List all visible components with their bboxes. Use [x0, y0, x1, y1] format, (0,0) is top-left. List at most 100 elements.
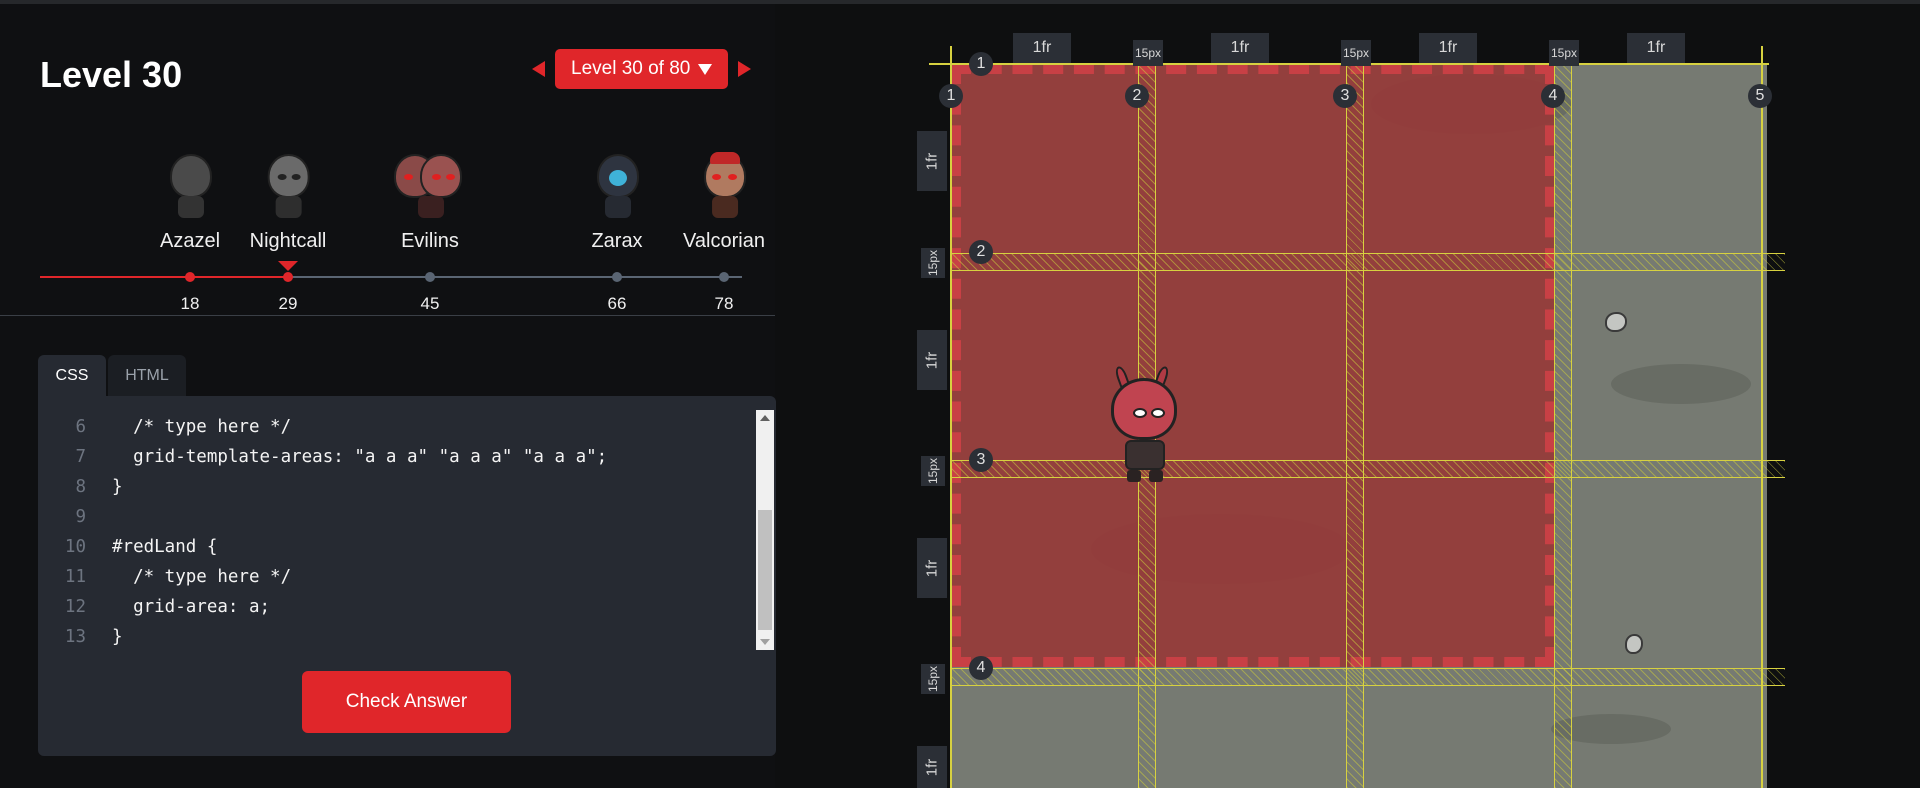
previous-level-arrow-icon[interactable] — [532, 61, 545, 77]
timeline-level-number: 78 — [714, 294, 734, 313]
code-line[interactable]: 13} — [38, 622, 758, 652]
character-roster: Azazel Nightcall Evilins Zarax Valcorian — [0, 152, 775, 272]
row-track-text: 1fr — [923, 559, 941, 577]
line-number: 12 — [64, 597, 86, 617]
next-level-arrow-icon[interactable] — [738, 61, 752, 77]
line-number: 13 — [64, 627, 86, 647]
character-valcorian[interactable]: Valcorian — [683, 152, 765, 253]
scroll-up-arrow-icon[interactable] — [760, 415, 770, 421]
code-line[interactable]: 10 #redLand { — [38, 532, 758, 562]
line-text[interactable]: grid-template-areas: "a a a" "a a a" "a … — [112, 442, 607, 472]
character-name: Zarax — [591, 230, 643, 252]
column-track-label: 1fr — [1013, 33, 1071, 63]
character-azazel[interactable]: Azazel — [160, 152, 220, 253]
row-track-label: 1fr — [917, 131, 947, 191]
row-track-text: 1fr — [923, 758, 941, 776]
code-line[interactable]: 8} — [38, 472, 758, 502]
grid-left-edge — [950, 46, 952, 788]
timeline-level-number: 18 — [180, 294, 200, 313]
line-text[interactable]: #redLand { — [112, 532, 217, 562]
column-gap-label: 15px — [1549, 40, 1579, 66]
timeline-dot[interactable] — [283, 272, 293, 282]
column-track-label: 1fr — [1211, 33, 1269, 63]
character-zarax[interactable]: Zarax — [589, 152, 645, 253]
row-gap — [951, 460, 1785, 478]
rock-icon — [1605, 312, 1627, 332]
rock-icon — [1625, 634, 1643, 654]
row-line-number: 3 — [969, 448, 993, 472]
timeline-dot[interactable] — [185, 272, 195, 282]
line-text[interactable]: /* type here */ — [112, 412, 291, 442]
tab-html[interactable]: HTML — [108, 355, 186, 396]
column-line-number: 3 — [1333, 84, 1357, 108]
dropdown-caret-icon — [698, 63, 713, 75]
line-number: 8 — [75, 477, 86, 497]
row-line-number: 1 — [969, 52, 993, 76]
character-name: Nightcall — [249, 230, 327, 252]
row-track-text: 1fr — [923, 152, 941, 170]
code-line[interactable]: 6 /* type here */ — [38, 412, 758, 442]
timeline-level-number: 66 — [607, 294, 627, 313]
column-line-number: 4 — [1541, 84, 1565, 108]
row-gap — [951, 253, 1785, 271]
line-text[interactable]: /* type here */ — [112, 562, 291, 592]
row-gap-text: 15px — [926, 249, 940, 277]
current-level-marker-icon — [278, 261, 298, 271]
column-track-label: 1fr — [1627, 33, 1685, 63]
column-gap-label: 15px — [1341, 40, 1371, 66]
valcorian-sprite-icon — [696, 152, 752, 224]
line-number: 10 — [64, 537, 86, 557]
row-gap-label: 15px — [921, 456, 945, 486]
editor-scrollbar[interactable] — [756, 410, 774, 650]
timeline-level-number: 29 — [278, 294, 298, 313]
check-answer-button[interactable]: Check Answer — [302, 671, 511, 733]
code-lines[interactable]: 6 /* type here */ 7 grid-template-areas:… — [38, 412, 758, 652]
code-line[interactable]: 11 /* type here */ — [38, 562, 758, 592]
timeline-dot[interactable] — [425, 272, 435, 282]
character-evilins[interactable]: Evilins — [390, 152, 470, 253]
column-gap-label: 15px — [1133, 40, 1163, 66]
row-line-number: 4 — [969, 656, 993, 680]
row-gap-label: 15px — [921, 248, 945, 278]
row-track-label: 1fr — [917, 538, 947, 598]
line-number: 6 — [75, 417, 86, 437]
grid-right-edge — [1761, 46, 1763, 788]
row-gap-label: 15px — [921, 664, 945, 694]
editor-tabs: CSS HTML — [38, 355, 186, 396]
level-progress-track — [40, 276, 742, 278]
nightcall-sprite-icon — [260, 152, 316, 224]
character-name: Valcorian — [683, 230, 765, 252]
evilins-sprite-icon — [390, 152, 470, 224]
column-line-number: 1 — [939, 84, 963, 108]
row-gap-text: 15px — [926, 457, 940, 485]
line-text[interactable]: } — [112, 472, 123, 502]
demon-character-icon — [1105, 364, 1185, 486]
row-gap-text: 15px — [926, 665, 940, 693]
row-line-number: 2 — [969, 240, 993, 264]
level-progress-fill — [40, 276, 288, 278]
line-number: 9 — [75, 507, 86, 527]
row-track-label: 1fr — [917, 746, 947, 788]
line-text[interactable]: grid-area: a; — [112, 592, 270, 622]
page-title: Level 30 — [40, 54, 183, 95]
code-line[interactable]: 9 — [38, 502, 758, 532]
scrollbar-thumb[interactable] — [758, 510, 772, 630]
character-name: Evilins — [401, 230, 459, 252]
timeline-dot[interactable] — [719, 272, 729, 282]
line-number: 11 — [64, 567, 86, 587]
timeline-dot[interactable] — [612, 272, 622, 282]
level-selector-label: Level 30 of 80 — [571, 58, 691, 79]
line-text[interactable]: } — [112, 622, 123, 652]
row-track-label: 1fr — [917, 330, 947, 390]
code-line[interactable]: 7 grid-template-areas: "a a a" "a a a" "… — [38, 442, 758, 472]
line-number: 7 — [75, 447, 86, 467]
column-line-number: 2 — [1125, 84, 1149, 108]
tab-css[interactable]: CSS — [38, 355, 106, 396]
level-selector-button[interactable]: Level 30 of 80 — [555, 49, 729, 89]
left-panel: Level 30 Level 30 of 80 Azazel Nightcall — [0, 4, 776, 788]
zarax-sprite-icon — [589, 152, 645, 224]
timeline-level-number: 45 — [420, 294, 440, 313]
code-line[interactable]: 12 grid-area: a; — [38, 592, 758, 622]
scroll-down-arrow-icon[interactable] — [760, 639, 770, 645]
character-nightcall[interactable]: Nightcall — [249, 152, 327, 253]
